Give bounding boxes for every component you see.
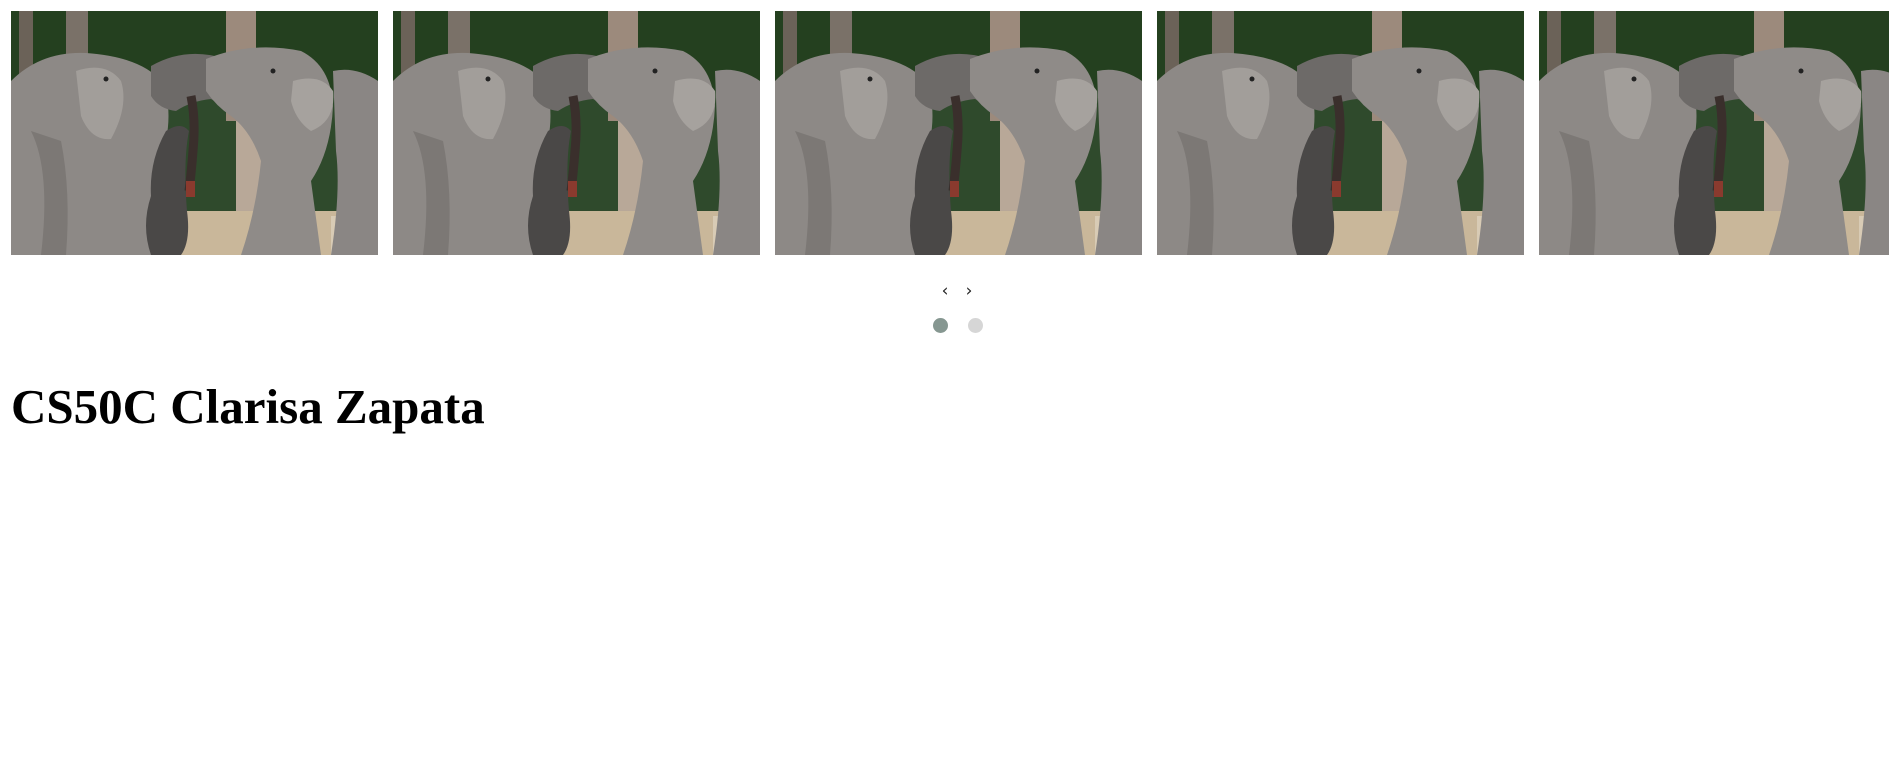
carousel-slide[interactable] [11,11,378,255]
elephants-photo [1539,11,1889,255]
carousel-nav: ‹ › [935,281,979,301]
carousel-slide[interactable] [1157,11,1524,255]
chevron-right-icon[interactable]: › [959,281,979,301]
elephants-photo [11,11,378,255]
carousel-slide[interactable] [393,11,760,255]
elephants-photo [393,11,760,255]
carousel-slide[interactable] [1539,11,1889,255]
carousel-slide[interactable] [775,11,1142,255]
chevron-left-icon[interactable]: ‹ [935,281,955,301]
elephants-photo [775,11,1142,255]
carousel-track [11,11,1889,255]
image-carousel[interactable]: ‹ › [0,0,1889,350]
carousel-dot-1[interactable] [933,318,948,333]
carousel-dot-2[interactable] [968,318,983,333]
elephants-photo [1157,11,1524,255]
page-title: CS50C Clarisa Zapata [11,379,485,434]
carousel-pagination [933,318,983,333]
